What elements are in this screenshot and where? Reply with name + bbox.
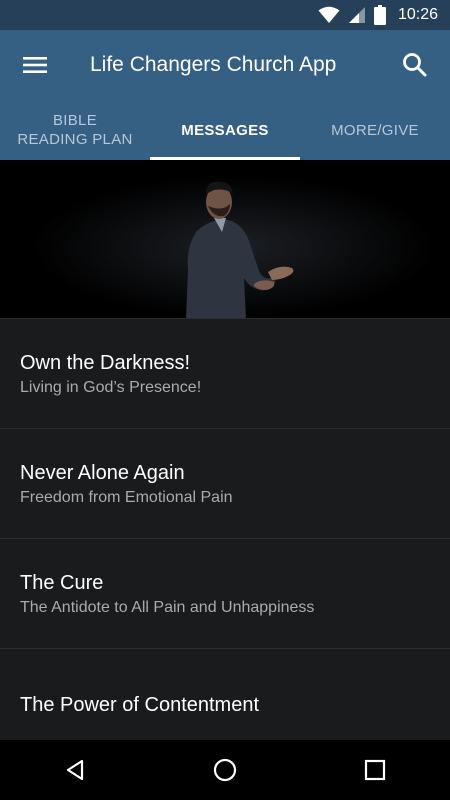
recents-icon [364, 759, 386, 781]
home-button[interactable] [195, 740, 255, 800]
message-list: Own the Darkness! Living in God’s Presen… [0, 318, 450, 740]
status-bar: 10:26 [0, 0, 450, 30]
home-icon [213, 758, 237, 782]
hero-image[interactable] [0, 160, 450, 318]
battery-icon [373, 5, 386, 25]
menu-button[interactable] [14, 44, 56, 86]
app-title: Life Changers Church App [90, 53, 337, 76]
speaker-silhouette [0, 160, 450, 318]
search-icon [403, 53, 427, 77]
tab-messages[interactable]: MESSAGES [150, 100, 300, 160]
message-title: Own the Darkness! [20, 352, 191, 374]
back-icon [66, 759, 84, 781]
tab-label: MESSAGES [181, 121, 269, 139]
wifi-icon [318, 6, 340, 23]
system-nav-bar [0, 740, 450, 800]
search-button[interactable] [394, 44, 436, 86]
message-subtitle: Living in God’s Presence! [20, 379, 202, 396]
hamburger-menu-icon [23, 57, 47, 73]
message-item[interactable]: Own the Darkness! Living in God’s Presen… [0, 318, 450, 428]
message-item[interactable]: The Power of Contentment [0, 648, 450, 740]
message-item[interactable]: Never Alone Again Freedom from Emotional… [0, 428, 450, 538]
tab-label: MORE/GIVE [331, 121, 419, 139]
signal-icon [348, 7, 365, 23]
status-time: 10:26 [397, 6, 438, 23]
tab-bible-reading-plan[interactable]: BIBLE READING PLAN [0, 100, 150, 160]
message-title: The Cure [20, 572, 104, 594]
message-subtitle: Freedom from Emotional Pain [20, 489, 233, 506]
tab-label: BIBLE READING PLAN [17, 112, 133, 148]
message-subtitle: The Antidote to All Pain and Unhappiness [20, 599, 315, 616]
tab-more-give[interactable]: MORE/GIVE [300, 100, 450, 160]
message-title: Never Alone Again [20, 462, 185, 484]
message-title: The Power of Contentment [20, 694, 260, 716]
status-icons: 10:26 [318, 0, 438, 30]
recents-button[interactable] [345, 740, 405, 800]
tab-bar: BIBLE READING PLAN MESSAGES MORE/GIVE [0, 100, 450, 160]
back-button[interactable] [45, 740, 105, 800]
message-item[interactable]: The Cure The Antidote to All Pain and Un… [0, 538, 450, 648]
app-bar: Life Changers Church App [0, 30, 450, 100]
